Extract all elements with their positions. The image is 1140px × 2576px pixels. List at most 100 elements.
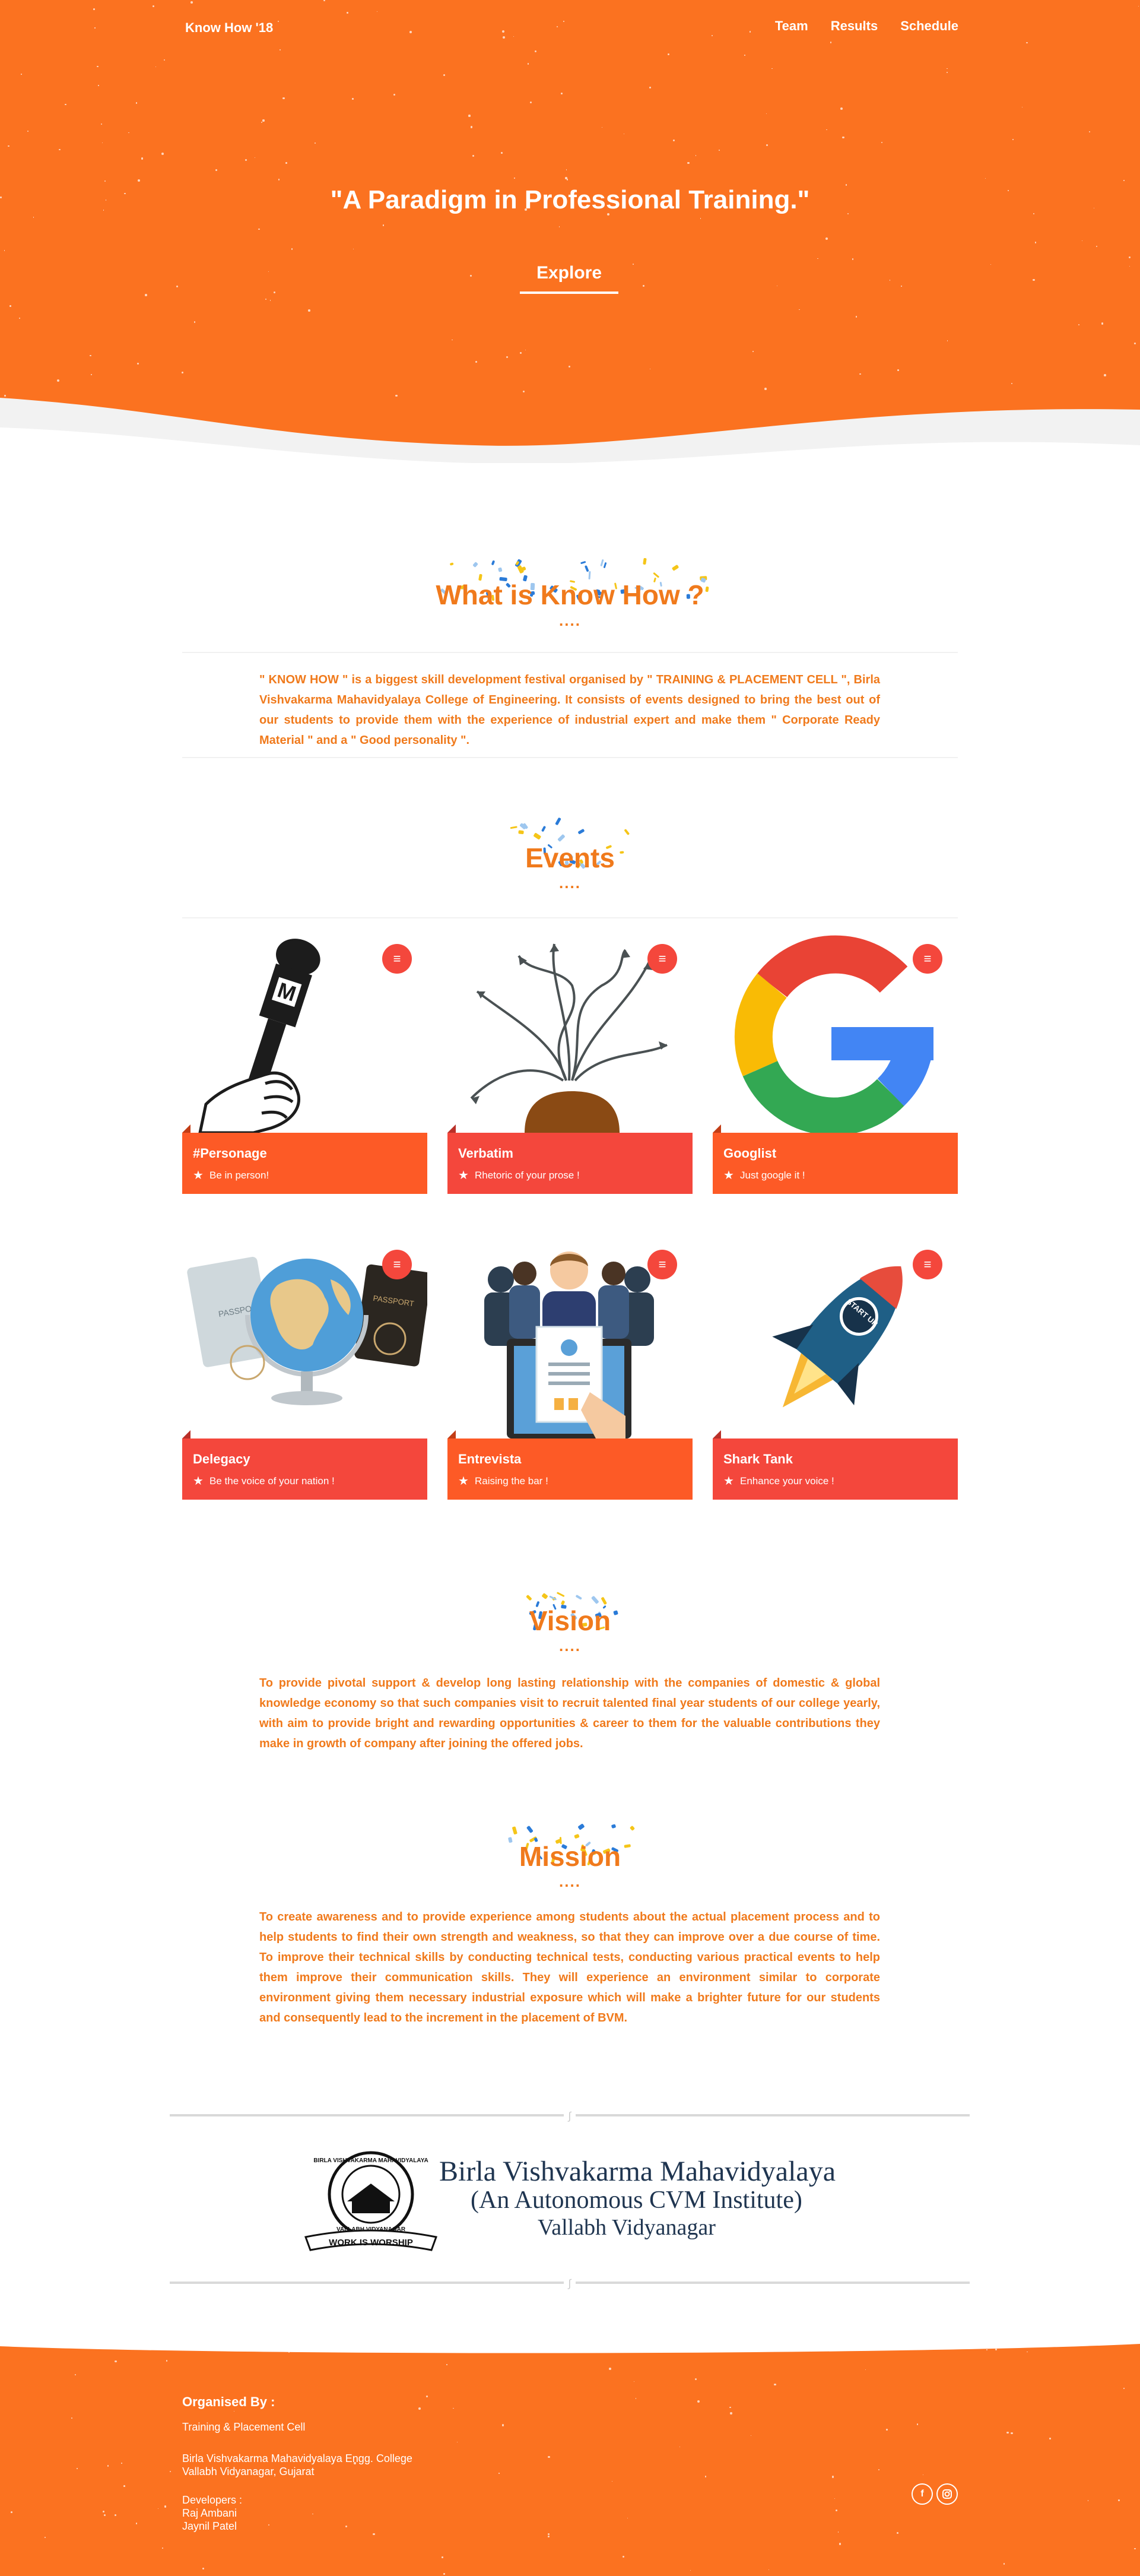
- star-dot: [426, 2396, 428, 2397]
- events-dots: ....: [559, 874, 581, 892]
- explore-button[interactable]: Explore: [520, 263, 618, 294]
- star-dot: [135, 102, 138, 104]
- star-dot: [563, 21, 564, 23]
- confetti-piece: [556, 1592, 565, 1598]
- star-dot: [566, 169, 567, 170]
- event-card-shark-tank[interactable]: START UP ≡ Shark Tank ★ Enhance your voi…: [713, 1238, 958, 1500]
- instagram-icon[interactable]: [936, 2483, 958, 2505]
- star-dot: [730, 2412, 732, 2415]
- star-dot: [76, 2468, 78, 2469]
- star-dot: [441, 2556, 443, 2558]
- card-menu-button[interactable]: ≡: [647, 944, 677, 974]
- star-dot: [164, 2505, 167, 2508]
- confetti-piece: [517, 829, 524, 834]
- star-icon: ★: [458, 1169, 469, 1182]
- star-dot: [881, 142, 882, 144]
- star-dot: [44, 2536, 46, 2538]
- card-menu-button[interactable]: ≡: [913, 1250, 942, 1279]
- brand-logo[interactable]: Know How '18: [185, 20, 273, 36]
- star-dot: [889, 280, 891, 281]
- star-dot: [917, 2423, 919, 2425]
- confetti-piece: [491, 560, 496, 565]
- star-dot: [985, 178, 986, 179]
- star-dot: [503, 36, 506, 39]
- star-dot: [642, 285, 645, 287]
- card-panel: Shark Tank ★ Enhance your voice !: [713, 1430, 958, 1500]
- star-dot: [1088, 131, 1091, 133]
- star-dot: [838, 2531, 839, 2533]
- event-card-verbatim[interactable]: ≡ Verbatim ★ Rhetoric of your prose !: [447, 932, 693, 1194]
- star-dot: [749, 31, 751, 33]
- nav-link-results[interactable]: Results: [831, 18, 878, 34]
- star-dot: [104, 180, 106, 182]
- footer-wave: [0, 2339, 1140, 2353]
- card-panel: Entrevista ★ Raising the bar !: [447, 1430, 693, 1500]
- star-dot: [667, 53, 669, 55]
- star-dot: [771, 68, 773, 69]
- events-title: Events: [525, 842, 615, 873]
- card-title: Entrevista: [458, 1452, 522, 1466]
- star-dot: [141, 157, 144, 160]
- mission-text: To create awareness and to provide exper…: [259, 1910, 880, 2024]
- event-card-personage[interactable]: M ≡ #Personage ★ Be in person!: [182, 932, 427, 1194]
- card-menu-button[interactable]: ≡: [382, 944, 412, 974]
- footer: [0, 2339, 1140, 2576]
- star-dot: [135, 2523, 138, 2524]
- star-dot: [8, 145, 10, 147]
- star-dot: [900, 286, 902, 287]
- card-menu-button[interactable]: ≡: [913, 944, 942, 974]
- star-dot: [145, 294, 147, 296]
- star-dot: [672, 139, 675, 141]
- star-dot: [258, 228, 261, 230]
- star-dot: [1138, 5, 1139, 7]
- about-title: What is Know How ?: [436, 579, 704, 610]
- star-dot: [774, 2383, 777, 2386]
- confetti-piece: [577, 828, 585, 834]
- card-panel: #Personage ★ Be in person!: [182, 1124, 427, 1194]
- star-dot: [27, 131, 29, 132]
- star-dot: [831, 2475, 834, 2478]
- star-dot: [839, 2543, 841, 2545]
- nav-link-team[interactable]: Team: [775, 18, 808, 34]
- event-card-delegacy[interactable]: PASSPORT PASSPORT ≡ Delegacy ★ Be the vo…: [182, 1238, 427, 1500]
- star-dot: [1123, 2388, 1125, 2389]
- star-dot: [347, 12, 348, 14]
- star-dot: [176, 285, 178, 287]
- card-title: #Personage: [193, 1146, 267, 1161]
- event-card-entrevista[interactable]: ≡ Entrevista ★ Raising the bar !: [447, 1238, 693, 1500]
- star-dot: [123, 2485, 125, 2487]
- star-dot: [382, 224, 385, 227]
- star-dot: [114, 2514, 116, 2517]
- institute-subtitle: (An Autonomous CVM Institute): [471, 2187, 802, 2214]
- star-dot: [20, 74, 22, 75]
- star-dot: [501, 2423, 504, 2426]
- star-dot: [566, 179, 569, 180]
- star-dot: [103, 2511, 105, 2513]
- footer-organised-label: Organised By :: [182, 2394, 275, 2409]
- nav-link-schedule[interactable]: Schedule: [900, 18, 958, 34]
- star-dot: [101, 142, 103, 144]
- star-dot: [418, 2407, 421, 2410]
- event-card-googlist[interactable]: ≡ Googlist ★ Just google it !: [713, 932, 958, 1194]
- hero: Know How '18 Team Results Schedule "A Pa…: [0, 0, 1140, 463]
- star-dot: [501, 30, 504, 33]
- star-dot: [1134, 342, 1136, 345]
- card-menu-button[interactable]: ≡: [647, 1250, 677, 1279]
- card-menu-button[interactable]: ≡: [382, 1250, 412, 1279]
- facebook-icon[interactable]: f: [912, 2483, 933, 2505]
- star-dot: [161, 2548, 163, 2549]
- about-divider-bottom: [182, 757, 958, 758]
- confetti-piece: [623, 829, 630, 836]
- confetti-piece: [525, 1594, 532, 1601]
- confetti-piece: [533, 832, 542, 840]
- star-dot: [193, 321, 196, 323]
- confetti-piece: [557, 834, 566, 842]
- star-icon: ★: [723, 1169, 734, 1182]
- hero-wave: [0, 398, 1140, 463]
- confetti-piece: [512, 1826, 517, 1835]
- star-dot: [825, 237, 828, 240]
- star-dot: [282, 97, 285, 100]
- star-dot: [840, 107, 843, 110]
- confetti-piece: [574, 1595, 582, 1601]
- star-dot: [128, 132, 129, 134]
